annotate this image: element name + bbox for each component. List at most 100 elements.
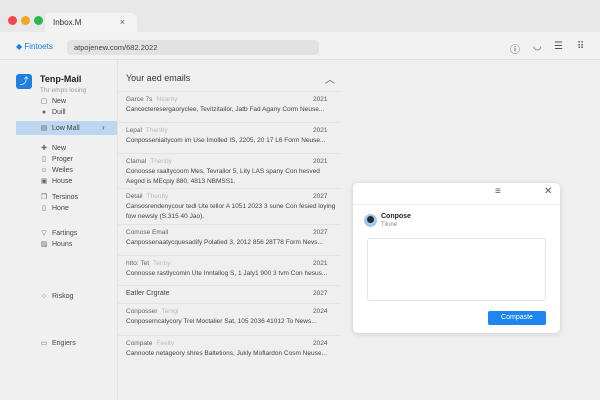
email-preview[interactable]: Cancecteresergaoryclee, Tevitzitailor, J… [126,105,336,115]
sender-name: Eatler Crgrate [126,290,170,297]
grid-dots-icon[interactable]: ⠿ [577,41,584,52]
copy-icon: ❐ [40,194,48,201]
app-subtitle: Thr emps losing [40,87,87,94]
email-year: 2027 [313,193,328,200]
email-sender[interactable]: Garce 7s Nearby [126,96,177,103]
email-sender[interactable]: Conposser Tenigl [126,308,178,315]
email-year: 2027 [313,229,328,236]
monitor-icon: ▭ [40,340,48,347]
sender-name: Lepal [126,127,142,134]
email-sender[interactable]: Clamal Thenby [126,158,172,165]
label: Weiles [52,166,73,174]
compose-icon: ▢ [40,98,48,105]
email-sender[interactable]: Eatler Crgrate [126,290,174,297]
sidebar-item-hone[interactable]: ▯ Hone [40,203,69,213]
label: Duill [52,108,66,116]
email-row-divider [118,303,340,304]
compose-send-button[interactable]: Compaste [488,311,546,325]
email-row-divider [118,91,340,92]
smile-icon: ☺ [40,166,48,174]
sidebar-item-house[interactable]: ▣ House [40,176,73,186]
list-header: Your aed emails [126,73,191,83]
email-preview[interactable]: Cansosrendenycour tedl Ute tellor A 1051… [126,202,336,222]
brand[interactable]: ◆ Fintoets [16,42,53,51]
chevron-right-icon: › [102,123,105,132]
label: New [52,144,67,152]
url-field[interactable]: atpojenew.com/682.2022 [67,40,319,55]
email-year: 2021 [313,260,328,267]
sidebar-item-weiles[interactable]: ☺ Weiles [40,165,73,175]
sender-name: Compate [126,340,153,347]
label: Engiers [52,339,76,347]
menu-icon[interactable]: ≡ [495,186,501,197]
sidebar-item-houns[interactable]: ▨ Houns [40,239,73,249]
sidebar-item-engiers[interactable]: ▭ Engiers [40,338,76,348]
sidebar-item-tersinos[interactable]: ❐ Tersinos [40,192,78,202]
document-icon: ▯ [42,205,46,212]
sidebar-item-riskog[interactable]: ○ Riskog [40,291,74,301]
compose-title: Conpose [381,213,411,220]
sender-name: Clamal [126,158,147,165]
sender-tag: Feeity [156,340,175,347]
email-row-divider [118,188,340,189]
label: Houns [52,240,73,248]
tab-title: Inbox.M [53,18,82,27]
email-sender[interactable]: Comose Email [126,229,172,236]
sender-name: Garce 7s [126,96,153,103]
close-tab-icon[interactable]: × [120,17,125,27]
book-icon: ▯ [42,156,46,163]
close-icon[interactable]: ✕ [544,186,552,197]
sidebar-item-new[interactable]: ▢ New [40,96,66,106]
email-year: 2024 [313,340,328,347]
label: House [52,177,73,185]
email-preview[interactable]: Conoosse raaltycoom Mes, Tevrallor 5, Li… [126,167,336,187]
sidebar-item-duill[interactable]: ● Duill [40,107,66,117]
email-sender[interactable]: Lepal Thenby [126,127,168,134]
sidebar-item-proger[interactable]: ▯ Proger [40,154,73,164]
sidebar-item-new-2[interactable]: ✚ New [40,143,66,153]
person-icon: ● [41,108,47,116]
circle-icon: ○ [41,292,47,300]
plus-icon: ✚ [41,145,47,152]
image-icon: ▨ [40,241,48,248]
sender-tag: Nearby [156,96,178,103]
app-title: Tenp-Mail [40,74,82,84]
email-sender[interactable]: Detail Thenby [126,193,168,200]
email-sender[interactable]: Compate Feeity [126,340,174,347]
email-year: 2027 [313,290,328,297]
sidebar-item-fartings[interactable]: ▽ Fartings [40,228,77,238]
email-sender[interactable]: htto: Tet Tenby [126,260,170,267]
compose-body-input[interactable] [367,238,546,301]
email-year: 2021 [313,127,328,134]
sender-tag: Tenby [153,260,171,267]
email-preview[interactable]: Conposerncalycory Trel Moctalier Sat, 10… [126,317,336,327]
sidebar-item-low-mall[interactable]: ▤ Low Mall [40,123,80,133]
shield-icon[interactable]: ◡ [533,41,542,52]
close-window-button[interactable] [8,16,17,25]
inbox-icon: ▤ [40,125,48,132]
email-preview[interactable]: Cannoote netageory shres Baltetions, Juk… [126,349,336,359]
email-row-divider [118,285,340,286]
email-year: 2021 [313,96,328,103]
email-year: 2024 [313,308,328,315]
label: Low Mall [52,124,80,132]
label: New [52,97,67,105]
email-year: 2021 [313,158,328,165]
email-preview[interactable]: Conposseniaitycom im Use Imolled IS, 220… [126,136,336,146]
browser-tab[interactable]: Inbox.M × [45,13,137,33]
info-icon[interactable]: ⓘ [510,41,520,56]
avatar [364,214,377,227]
label: Fartings [52,229,78,237]
sender-tag: Thenby [146,193,169,200]
maximize-window-button[interactable] [34,16,43,25]
label: Proger [52,155,74,163]
app-logo-icon: ⤴ [16,74,32,89]
minimize-window-button[interactable] [21,16,30,25]
label: Tersinos [52,193,79,201]
email-row-divider [118,255,340,256]
email-row-divider [118,335,340,336]
list-icon[interactable]: ☰ [554,41,563,52]
email-preview[interactable]: Connosse rastlycomin Ute Inntallog S, 1 … [126,269,336,279]
email-preview[interactable]: Canpossenaatycquesadify Polatied 3, 2012… [126,238,336,248]
collapse-chevron-icon[interactable]: ︿ [325,71,335,86]
